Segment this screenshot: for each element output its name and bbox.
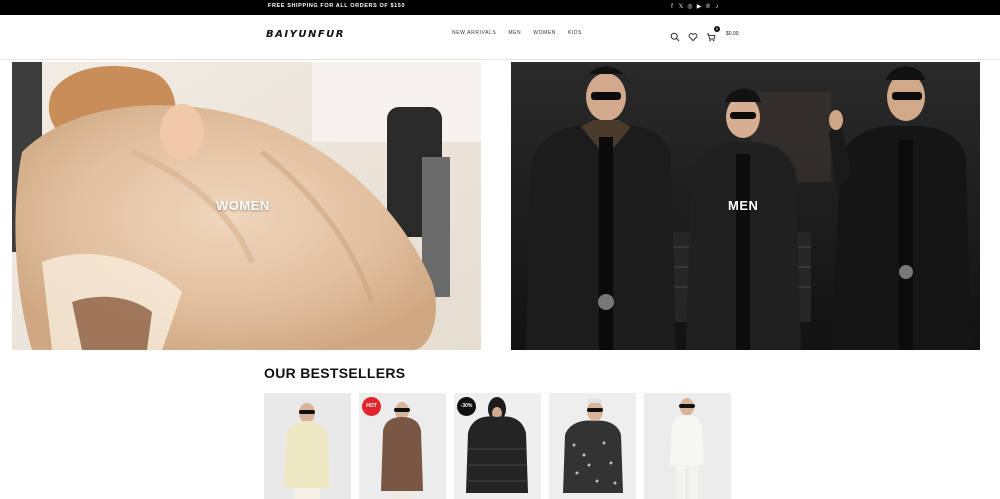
product-card[interactable]: [644, 393, 731, 499]
product-image: [264, 393, 351, 499]
site-logo[interactable]: BAIYUNFUR: [266, 29, 345, 40]
main-header: BAIYUNFUR NEW ARRIVALS MEN WOMEN KIDS 0 …: [0, 15, 1000, 60]
men-banner-label[interactable]: MEN: [728, 198, 758, 213]
product-image: [644, 393, 731, 499]
search-icon[interactable]: [670, 29, 680, 42]
product-card[interactable]: -30%: [454, 393, 541, 499]
youtube-icon[interactable]: ▶: [696, 2, 702, 12]
product-card[interactable]: HOT: [359, 393, 446, 499]
heart-icon[interactable]: [688, 29, 698, 42]
discount-badge: -30%: [457, 397, 476, 416]
cart-icon[interactable]: 0: [706, 26, 720, 42]
women-banner-label[interactable]: WOMEN: [216, 198, 270, 213]
pinterest-icon[interactable]: ℗: [705, 2, 711, 12]
cart-count-badge: 0: [714, 26, 720, 32]
tiktok-icon[interactable]: ♪: [714, 2, 720, 12]
men-banner[interactable]: MEN: [511, 62, 980, 350]
instagram-icon[interactable]: ◎: [687, 2, 693, 12]
women-banner[interactable]: WOMEN: [12, 62, 481, 350]
hot-badge: HOT: [362, 397, 381, 416]
product-card[interactable]: [264, 393, 351, 499]
cart-total[interactable]: $0.00: [726, 31, 739, 37]
social-links: f 𝕏 ◎ ▶ ℗ ♪: [669, 2, 720, 12]
menu-item-men[interactable]: MEN: [508, 30, 521, 36]
header-actions: 0 $0.00: [670, 26, 739, 42]
main-menu: NEW ARRIVALS MEN WOMEN KIDS: [452, 30, 582, 36]
bestsellers-title: OUR BESTSELLERS: [264, 365, 406, 381]
product-image: [549, 393, 636, 499]
product-card[interactable]: [549, 393, 636, 499]
promo-text: FREE SHIPPING FOR ALL ORDERS OF $150: [268, 3, 406, 9]
top-promo-bar: FREE SHIPPING FOR ALL ORDERS OF $150 f 𝕏…: [0, 0, 1000, 15]
x-icon[interactable]: 𝕏: [678, 2, 684, 12]
menu-item-new-arrivals[interactable]: NEW ARRIVALS: [452, 30, 496, 36]
menu-item-kids[interactable]: KIDS: [568, 30, 582, 36]
menu-item-women[interactable]: WOMEN: [533, 30, 556, 36]
facebook-icon[interactable]: f: [669, 2, 675, 12]
bestsellers-grid: HOT -30%: [264, 393, 731, 499]
